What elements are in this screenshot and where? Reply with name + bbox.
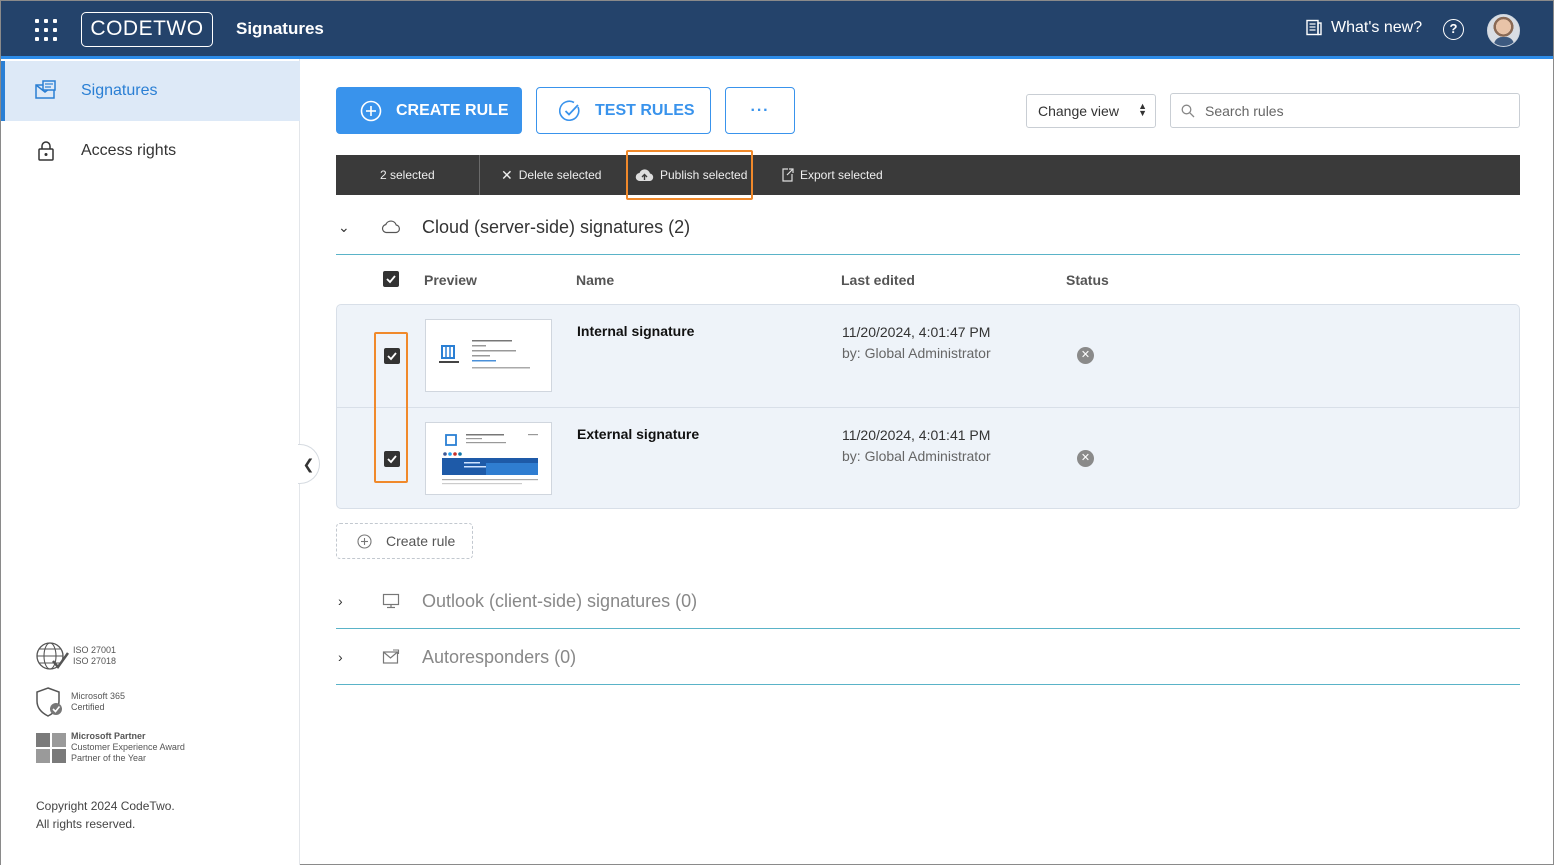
cert-line: ISO 27018: [73, 656, 117, 666]
test-rules-label: TEST RULES: [595, 101, 695, 119]
microsoft-partner-award: Microsoft Partner Customer Experience Awa…: [35, 731, 185, 764]
top-bar: CODETWO Signatures What's new? ?: [1, 1, 1553, 59]
column-name[interactable]: Name: [576, 272, 614, 288]
last-edited-date: 11/20/2024, 4:01:47 PM: [842, 324, 991, 340]
copyright-line: Copyright 2024 CodeTwo.: [36, 799, 175, 813]
export-selected-button[interactable]: Export selected: [781, 155, 883, 195]
chevron-left-icon: ❮: [302, 455, 315, 472]
section-title: Outlook (client-side) signatures (0): [422, 590, 698, 611]
mail-reply-icon: [380, 649, 402, 665]
rule-name[interactable]: External signature: [577, 426, 699, 442]
check-circle-icon: [559, 99, 580, 121]
codetwo-logo[interactable]: CODETWO: [81, 12, 213, 47]
search-input[interactable]: Search rules: [1170, 93, 1520, 128]
export-icon: [782, 168, 794, 182]
chevron-right-icon[interactable]: ›: [338, 593, 358, 609]
publish-highlight-box: [626, 150, 753, 200]
change-view-select[interactable]: Change view ▲ ▼: [1026, 94, 1156, 128]
copyright-line: All rights reserved.: [36, 817, 136, 831]
lock-icon: [35, 140, 57, 162]
create-rule-link-label: Create rule: [386, 533, 456, 549]
app-title: Signatures: [236, 19, 324, 38]
delete-selected-button[interactable]: ✕ Delete selected: [501, 155, 601, 195]
sidebar: Signatures Access rights ISO 27001 ISO 27…: [1, 59, 300, 865]
cloud-icon: [380, 220, 402, 234]
help-icon[interactable]: ?: [1443, 19, 1464, 40]
section-cloud-signatures[interactable]: ⌄ Cloud (server-side) signatures (2): [336, 199, 1520, 255]
create-rule-label: CREATE RULE: [396, 101, 509, 119]
search-placeholder: Search rules: [1205, 102, 1284, 119]
section-autoresponders[interactable]: › Autoresponders (0): [336, 629, 1520, 685]
delete-selected-label: Delete selected: [518, 168, 602, 182]
section-divider: [336, 684, 1520, 685]
test-rules-button[interactable]: TEST RULES: [536, 87, 711, 134]
monitor-icon: [380, 593, 402, 609]
plus-circle-icon: [360, 100, 382, 121]
column-last-edited[interactable]: Last edited: [841, 272, 915, 288]
logo-text: CODETWO: [90, 17, 204, 40]
sidebar-item-signatures[interactable]: Signatures: [1, 61, 300, 121]
last-edited: 11/20/2024, 4:01:41 PM by: Global Admini…: [842, 425, 991, 467]
iso-certification: ISO 27001 ISO 27018: [35, 641, 116, 671]
divider: [479, 155, 480, 195]
globe-check-icon: [36, 642, 69, 670]
selection-action-bar: 2 selected ✕ Delete selected Publish sel…: [336, 155, 1520, 195]
whats-new-label: What's new?: [1331, 19, 1423, 36]
sidebar-item-access-rights[interactable]: Access rights: [1, 121, 300, 181]
cert-line: Partner of the Year: [71, 753, 147, 763]
avatar[interactable]: [1487, 14, 1520, 47]
export-selected-label: Export selected: [800, 168, 883, 182]
column-preview[interactable]: Preview: [424, 272, 477, 288]
section-title: Cloud (server-side) signatures (2): [422, 216, 691, 237]
more-icon: ···: [750, 101, 770, 119]
selected-count-label: 2 selected: [380, 168, 435, 182]
shield-check-icon: [36, 687, 62, 717]
cert-line: ISO 27001: [73, 645, 117, 655]
signatures-icon: [35, 80, 57, 102]
plus-circle-icon: [357, 533, 372, 549]
microsoft-logo-icon: [36, 732, 66, 763]
cert-line: Microsoft 365: [71, 691, 126, 701]
table-row[interactable]: External signature 11/20/2024, 4:01:41 P…: [337, 407, 1519, 509]
rules-list: Internal signature 11/20/2024, 4:01:47 P…: [336, 304, 1520, 509]
create-rule-button[interactable]: CREATE RULE: [336, 87, 522, 134]
collapse-sidebar-button[interactable]: ❮: [298, 444, 320, 484]
news-icon: [1306, 19, 1322, 36]
select-all-checkbox[interactable]: [383, 271, 399, 287]
section-title: Autoresponders (0): [422, 646, 577, 667]
signature-preview-thumbnail[interactable]: [425, 422, 552, 495]
table-header: Preview Name Last edited Status: [336, 263, 1520, 297]
cert-line: Customer Experience Award: [71, 742, 185, 752]
sidebar-item-label: Access rights: [81, 142, 177, 159]
cert-line: Certified: [71, 702, 105, 712]
status-unpublished-icon: ✕: [1077, 347, 1094, 364]
search-icon: [1181, 104, 1195, 117]
last-edited-by: by: Global Administrator: [842, 345, 991, 361]
select-arrows-icon: ▲ ▼: [1138, 101, 1147, 118]
change-view-label: Change view: [1038, 103, 1119, 119]
app-launcher-icon[interactable]: [35, 19, 57, 41]
table-row[interactable]: Internal signature 11/20/2024, 4:01:47 P…: [337, 305, 1519, 407]
last-edited-by: by: Global Administrator: [842, 448, 991, 464]
checkbox-highlight-box: [374, 332, 408, 483]
chevron-down-icon[interactable]: ⌄: [338, 219, 358, 236]
more-options-button[interactable]: ···: [725, 87, 795, 134]
create-rule-link[interactable]: Create rule: [336, 523, 473, 559]
rule-name[interactable]: Internal signature: [577, 323, 694, 339]
column-status[interactable]: Status: [1066, 272, 1109, 288]
cert-line: Microsoft Partner: [71, 731, 146, 741]
microsoft-365-certification: Microsoft 365 Certified: [35, 686, 125, 718]
section-outlook-signatures[interactable]: › Outlook (client-side) signatures (0): [336, 573, 1520, 629]
last-edited: 11/20/2024, 4:01:47 PM by: Global Admini…: [842, 322, 991, 364]
close-icon: ✕: [501, 166, 513, 183]
signature-preview-thumbnail[interactable]: [425, 319, 552, 392]
whats-new-button[interactable]: What's new?: [1305, 19, 1422, 37]
status-unpublished-icon: ✕: [1077, 450, 1094, 467]
last-edited-date: 11/20/2024, 4:01:41 PM: [842, 427, 991, 443]
sidebar-item-label: Signatures: [81, 82, 158, 99]
selected-count: 2 selected: [380, 155, 435, 195]
chevron-right-icon[interactable]: ›: [338, 649, 358, 665]
section-divider: [336, 254, 1520, 255]
copyright: Copyright 2024 CodeTwo. All rights reser…: [36, 797, 175, 833]
